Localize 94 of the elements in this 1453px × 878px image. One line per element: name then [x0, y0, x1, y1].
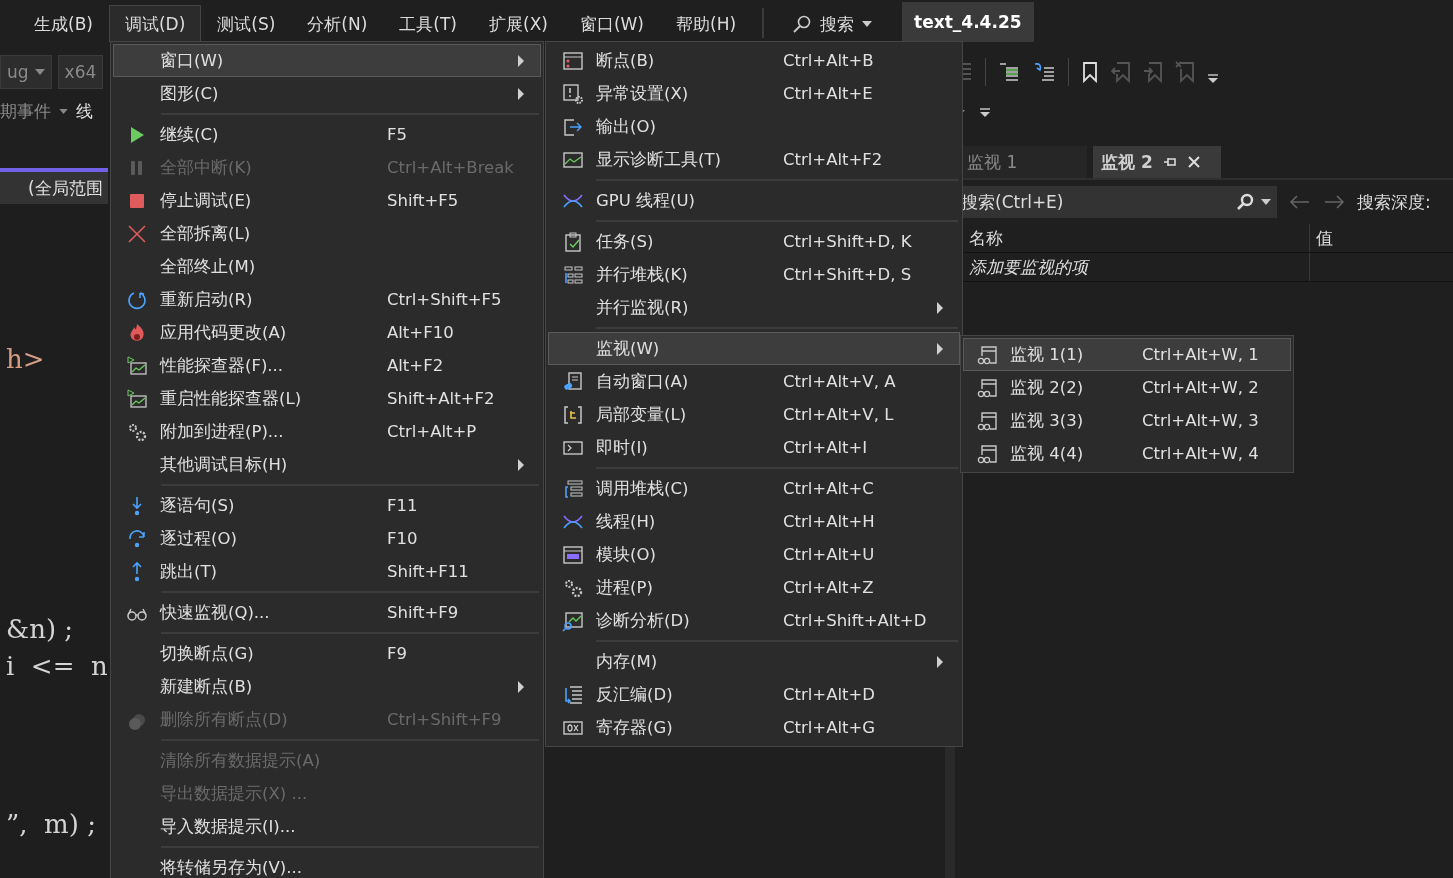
- watch-window-icon: [976, 343, 998, 366]
- column-header[interactable]: 值: [1310, 226, 1333, 250]
- menu-item[interactable]: 应用代码更改(A) Alt+F10: [113, 316, 541, 349]
- menu-bar-item[interactable]: 窗口(W): [563, 5, 660, 42]
- platform-dropdown[interactable]: x64: [57, 55, 104, 89]
- menu-item[interactable]: 局部变量(L) Ctrl+Alt+V, L: [548, 398, 960, 431]
- menu-bar-item[interactable]: 工具(T): [383, 5, 473, 42]
- menu-item[interactable]: 新建断点(B): [113, 670, 541, 703]
- configuration-dropdown[interactable]: ug: [0, 55, 52, 89]
- back-arrow-icon[interactable]: [1289, 194, 1311, 210]
- code-line: i <= n: [6, 651, 108, 681]
- overflow-icon[interactable]: [979, 107, 991, 119]
- menu-item[interactable]: 反汇编(D) Ctrl+Alt+D: [548, 678, 960, 711]
- menu-item[interactable]: 导入数据提示(I)...: [113, 810, 541, 843]
- search-depth-label: 搜索深度:: [1357, 190, 1431, 214]
- close-icon[interactable]: [1186, 155, 1201, 169]
- menu-item[interactable]: 输出(O): [548, 110, 960, 143]
- menu-item[interactable]: 逐过程(O) F10: [113, 522, 541, 555]
- menu-item[interactable]: 图形(C): [113, 77, 541, 110]
- pin-icon[interactable]: [1162, 155, 1177, 169]
- menu-item[interactable]: 监视 2(2) Ctrl+Alt+W, 2: [963, 371, 1291, 404]
- menu-item[interactable]: 快速监视(Q)... Shift+F9: [113, 596, 541, 629]
- menu-item[interactable]: 监视 4(4) Ctrl+Alt+W, 4: [963, 437, 1291, 470]
- step-over-icon: [126, 527, 148, 550]
- menu-item[interactable]: 自动窗口(A) Ctrl+Alt+V, A: [548, 365, 960, 398]
- code-line: ”, m) ;: [6, 809, 96, 839]
- menu-bar-item[interactable]: 生成(B): [18, 5, 109, 42]
- menu-bar-item[interactable]: 测试(S): [201, 5, 292, 42]
- menu-item[interactable]: 监视 1(1) Ctrl+Alt+W, 1: [963, 338, 1291, 371]
- menu-item[interactable]: 逐语句(S) F11: [113, 489, 541, 522]
- menu-item[interactable]: 内存(M): [548, 645, 960, 678]
- chart-search-icon: [561, 609, 584, 632]
- code-line: h>: [6, 344, 45, 374]
- caret-icon: [862, 21, 873, 27]
- menu-item[interactable]: 重启性能探查器(L) Shift+Alt+F2: [113, 382, 541, 415]
- watch-window-icon: [976, 376, 998, 399]
- menu-item[interactable]: 全部拆离(L): [113, 217, 541, 250]
- menu-item[interactable]: 继续(C) F5: [113, 118, 541, 151]
- search-icon: [1235, 192, 1255, 212]
- menu-item[interactable]: 调用堆栈(C) Ctrl+Alt+C: [548, 472, 960, 505]
- menu-item[interactable]: 即时(I) Ctrl+Alt+I: [548, 431, 960, 464]
- menu-item[interactable]: 断点(B) Ctrl+Alt+B: [548, 44, 960, 77]
- watch-window-icon: [976, 409, 998, 432]
- bookmark-icon[interactable]: [1081, 61, 1099, 83]
- menu-item[interactable]: 并行监视(R): [548, 291, 960, 324]
- window-dots-icon: [561, 49, 584, 72]
- menu-item[interactable]: 停止调试(E) Shift+F5: [113, 184, 541, 217]
- menu-item[interactable]: 重新启动(R) Ctrl+Shift+F5: [113, 283, 541, 316]
- menu-item[interactable]: 窗口(W): [113, 44, 541, 77]
- chart-icon: [126, 387, 148, 410]
- menu-item[interactable]: 全部终止(M): [113, 250, 541, 283]
- menu-item[interactable]: 监视(W): [548, 332, 960, 365]
- watch-window-icon: [976, 442, 998, 465]
- events-dropdown[interactable]: 期事件: [0, 99, 51, 123]
- menu-item[interactable]: 将转储另存为(V)...: [113, 851, 541, 878]
- menu-item[interactable]: 异常设置(X) Ctrl+Alt+E: [548, 77, 960, 110]
- undo-lines-icon: [1032, 61, 1056, 83]
- cross-icon: [126, 222, 148, 245]
- brackets-icon: [561, 403, 584, 426]
- menu-item[interactable]: 监视 3(3) Ctrl+Alt+W, 3: [963, 404, 1291, 437]
- forward-arrow-icon[interactable]: [1323, 194, 1345, 210]
- menu-item[interactable]: 其他调试目标(H): [113, 448, 541, 481]
- menu-bar-item[interactable]: 分析(N): [291, 5, 384, 42]
- module-icon: [561, 543, 584, 566]
- menu-item[interactable]: 模块(O) Ctrl+Alt+U: [548, 538, 960, 571]
- menu-item[interactable]: 进程(P) Ctrl+Alt+Z: [548, 571, 960, 604]
- menu-item[interactable]: 跳出(T) Shift+F11: [113, 555, 541, 588]
- overflow-icon[interactable]: [1207, 73, 1219, 85]
- indent-icon: [998, 61, 1020, 83]
- chart-icon: [126, 354, 148, 377]
- document-icon: [561, 370, 584, 393]
- window-gear-icon: [561, 82, 584, 105]
- caret-icon: [1261, 199, 1271, 205]
- solution-title: text_4.4.25: [902, 2, 1034, 42]
- tab[interactable]: 监视 2: [1093, 146, 1221, 178]
- menu-item[interactable]: 寄存器(G) Ctrl+Alt+G: [548, 711, 960, 744]
- menu-item[interactable]: 附加到进程(P)... Ctrl+Alt+P: [113, 415, 541, 448]
- code-line: &n) ;: [6, 614, 74, 644]
- thread-label: 线: [76, 99, 93, 123]
- menu-bar-item[interactable]: 调试(D): [108, 5, 202, 42]
- menu-item[interactable]: 任务(S) Ctrl+Shift+D, K: [548, 225, 960, 258]
- menu-item[interactable]: 并行堆栈(K) Ctrl+Shift+D, S: [548, 258, 960, 291]
- scope-dropdown[interactable]: (全局范围: [0, 172, 108, 204]
- search-icon: [792, 14, 813, 34]
- menu-bar-item[interactable]: 帮助(H): [660, 5, 753, 42]
- search-button[interactable]: 搜索: [778, 6, 887, 42]
- caret-icon: [34, 69, 45, 75]
- menu-item[interactable]: 线程(H) Ctrl+Alt+H: [548, 505, 960, 538]
- menu-item[interactable]: 诊断分析(D) Ctrl+Shift+Alt+D: [548, 604, 960, 637]
- menu-item[interactable]: 切换断点(G) F9: [113, 637, 541, 670]
- menu-bar-item[interactable]: 扩展(X): [473, 5, 564, 42]
- caret-icon: [59, 108, 68, 114]
- menu-item[interactable]: 性能探查器(F)... Alt+F2: [113, 349, 541, 382]
- grid-icon: [561, 263, 584, 286]
